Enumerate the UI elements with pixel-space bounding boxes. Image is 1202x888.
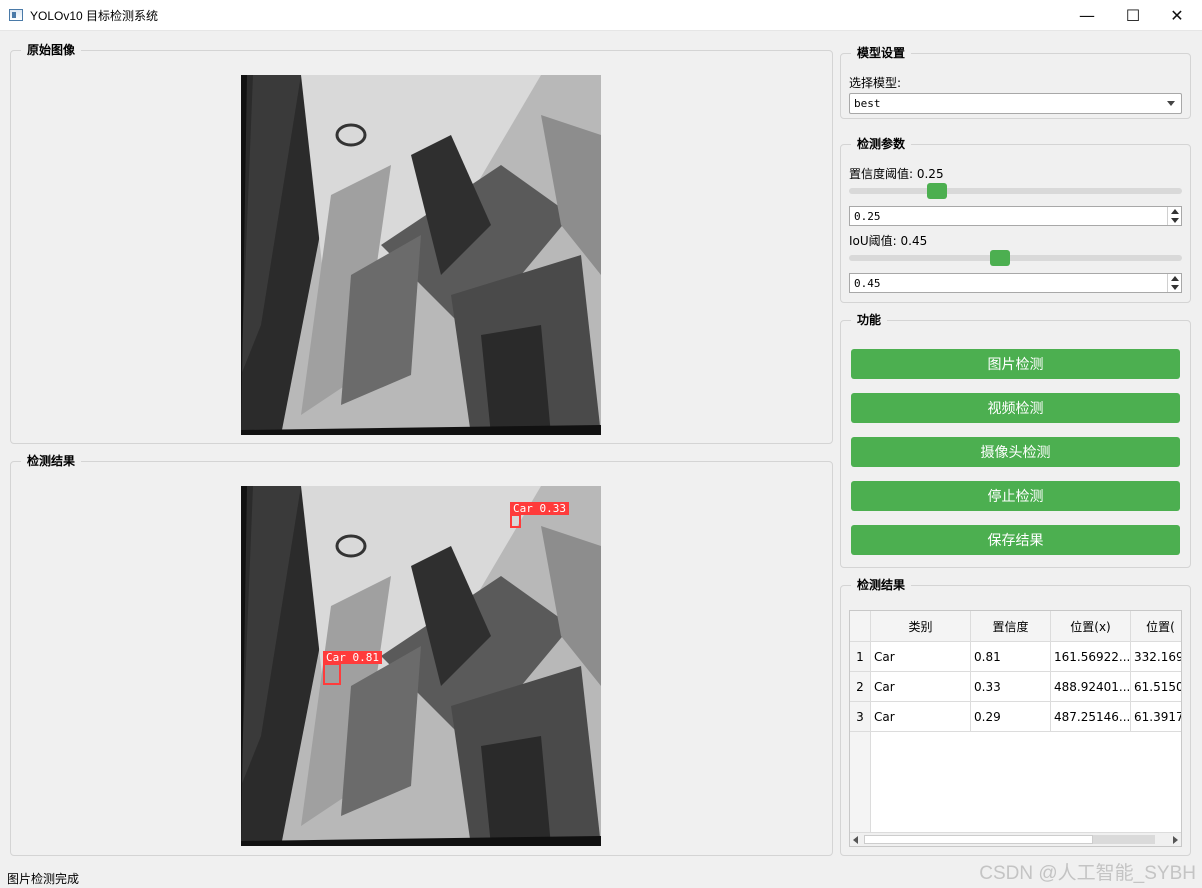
confidence-threshold-label: 置信度阈值: 0.25 bbox=[849, 167, 944, 181]
iou-slider-handle[interactable] bbox=[989, 250, 1010, 266]
scrollbar-thumb[interactable] bbox=[1093, 835, 1155, 844]
table-corner[interactable] bbox=[850, 611, 871, 642]
table-horizontal-scrollbar[interactable] bbox=[850, 832, 1181, 846]
chevron-down-icon[interactable] bbox=[1171, 285, 1179, 290]
cell-confidence[interactable]: 0.81 bbox=[971, 642, 1051, 672]
detection-params-group-title: 检测参数 bbox=[851, 137, 912, 151]
result-image-graphic bbox=[241, 486, 601, 846]
save-result-button[interactable]: 保存结果 bbox=[851, 525, 1180, 555]
cell-y[interactable]: 332.1697 bbox=[1131, 642, 1181, 672]
cell-x[interactable]: 488.92401... bbox=[1051, 672, 1131, 702]
iou-threshold-label: IoU阈值: 0.45 bbox=[849, 234, 928, 248]
cell-class[interactable]: Car bbox=[871, 672, 971, 702]
image-detect-button[interactable]: 图片检测 bbox=[851, 349, 1180, 379]
scroll-left-icon[interactable] bbox=[853, 836, 858, 844]
confidence-spinbox-stepper[interactable] bbox=[1167, 207, 1181, 225]
results-group-title: 检测结果 bbox=[851, 578, 912, 592]
original-image bbox=[241, 75, 601, 435]
original-image-graphic bbox=[241, 75, 601, 435]
iou-spinbox-stepper[interactable] bbox=[1167, 274, 1181, 292]
scroll-right-icon[interactable] bbox=[1173, 836, 1178, 844]
iou-spinbox-value: 0.45 bbox=[854, 277, 881, 290]
cell-class[interactable]: Car bbox=[871, 702, 971, 732]
video-detect-button[interactable]: 视频检测 bbox=[851, 393, 1180, 423]
watermark: CSDN @人工智能_SYBH bbox=[979, 863, 1196, 884]
chevron-down-icon bbox=[1167, 101, 1175, 106]
table-header: 类别 置信度 位置(x) 位置( bbox=[850, 611, 1181, 642]
confidence-spinbox-value: 0.25 bbox=[854, 210, 881, 223]
camera-detect-button[interactable]: 摄像头检测 bbox=[851, 437, 1180, 467]
cell-confidence[interactable]: 0.29 bbox=[971, 702, 1051, 732]
model-select-value: best bbox=[854, 97, 881, 110]
results-table[interactable]: 类别 置信度 位置(x) 位置( 1 Car 0.81 161.56922...… bbox=[849, 610, 1182, 847]
functions-group-title: 功能 bbox=[851, 313, 888, 327]
row-number[interactable]: 1 bbox=[850, 642, 871, 672]
confidence-spinbox[interactable]: 0.25 bbox=[849, 206, 1182, 226]
column-header-x[interactable]: 位置(x) bbox=[1051, 611, 1131, 642]
model-select-label: 选择模型: bbox=[849, 76, 902, 90]
app-window-icon bbox=[9, 9, 23, 21]
iou-spinbox[interactable]: 0.45 bbox=[849, 273, 1182, 293]
window-title: YOLOv10 目标检测系统 bbox=[30, 9, 159, 23]
cell-class[interactable]: Car bbox=[871, 642, 971, 672]
iou-slider[interactable] bbox=[849, 255, 1182, 261]
cell-x[interactable]: 161.56922... bbox=[1051, 642, 1131, 672]
chevron-down-icon[interactable] bbox=[1171, 218, 1179, 223]
table-row[interactable]: 1 Car 0.81 161.56922... 332.1697 bbox=[850, 642, 1181, 672]
cell-x[interactable]: 487.25146... bbox=[1051, 702, 1131, 732]
stop-detect-button[interactable]: 停止检测 bbox=[851, 481, 1180, 511]
cell-y[interactable]: 61.5150 bbox=[1131, 672, 1181, 702]
confidence-slider-handle[interactable] bbox=[927, 183, 948, 199]
scrollbar-track[interactable] bbox=[864, 835, 1093, 844]
row-number[interactable]: 3 bbox=[850, 702, 871, 732]
detection-box bbox=[323, 663, 341, 685]
model-settings-group-title: 模型设置 bbox=[851, 46, 912, 60]
table-row[interactable]: 2 Car 0.33 488.92401... 61.5150 bbox=[850, 672, 1181, 702]
chevron-up-icon[interactable] bbox=[1171, 209, 1179, 214]
cell-y[interactable]: 61.3917 bbox=[1131, 702, 1181, 732]
original-image-group-title: 原始图像 bbox=[21, 43, 82, 57]
row-number[interactable]: 2 bbox=[850, 672, 871, 702]
title-bar: YOLOv10 目标检测系统 — ☐ ✕ bbox=[0, 0, 1202, 31]
cell-confidence[interactable]: 0.33 bbox=[971, 672, 1051, 702]
status-text: 图片检测完成 bbox=[7, 872, 80, 886]
confidence-slider[interactable] bbox=[849, 188, 1182, 194]
model-select[interactable]: best bbox=[849, 93, 1182, 114]
close-button[interactable]: ✕ bbox=[1154, 0, 1200, 31]
result-image: Car 0.81 Car 0.33 bbox=[241, 486, 601, 846]
detection-box bbox=[510, 514, 521, 528]
column-header-y[interactable]: 位置( bbox=[1131, 611, 1181, 642]
result-image-group-title: 检测结果 bbox=[21, 454, 82, 468]
maximize-button[interactable]: ☐ bbox=[1110, 0, 1156, 31]
column-header-confidence[interactable]: 置信度 bbox=[971, 611, 1051, 642]
table-row[interactable]: 3 Car 0.29 487.25146... 61.3917 bbox=[850, 702, 1181, 732]
column-header-class[interactable]: 类别 bbox=[871, 611, 971, 642]
chevron-up-icon[interactable] bbox=[1171, 276, 1179, 281]
minimize-button[interactable]: — bbox=[1064, 0, 1110, 31]
